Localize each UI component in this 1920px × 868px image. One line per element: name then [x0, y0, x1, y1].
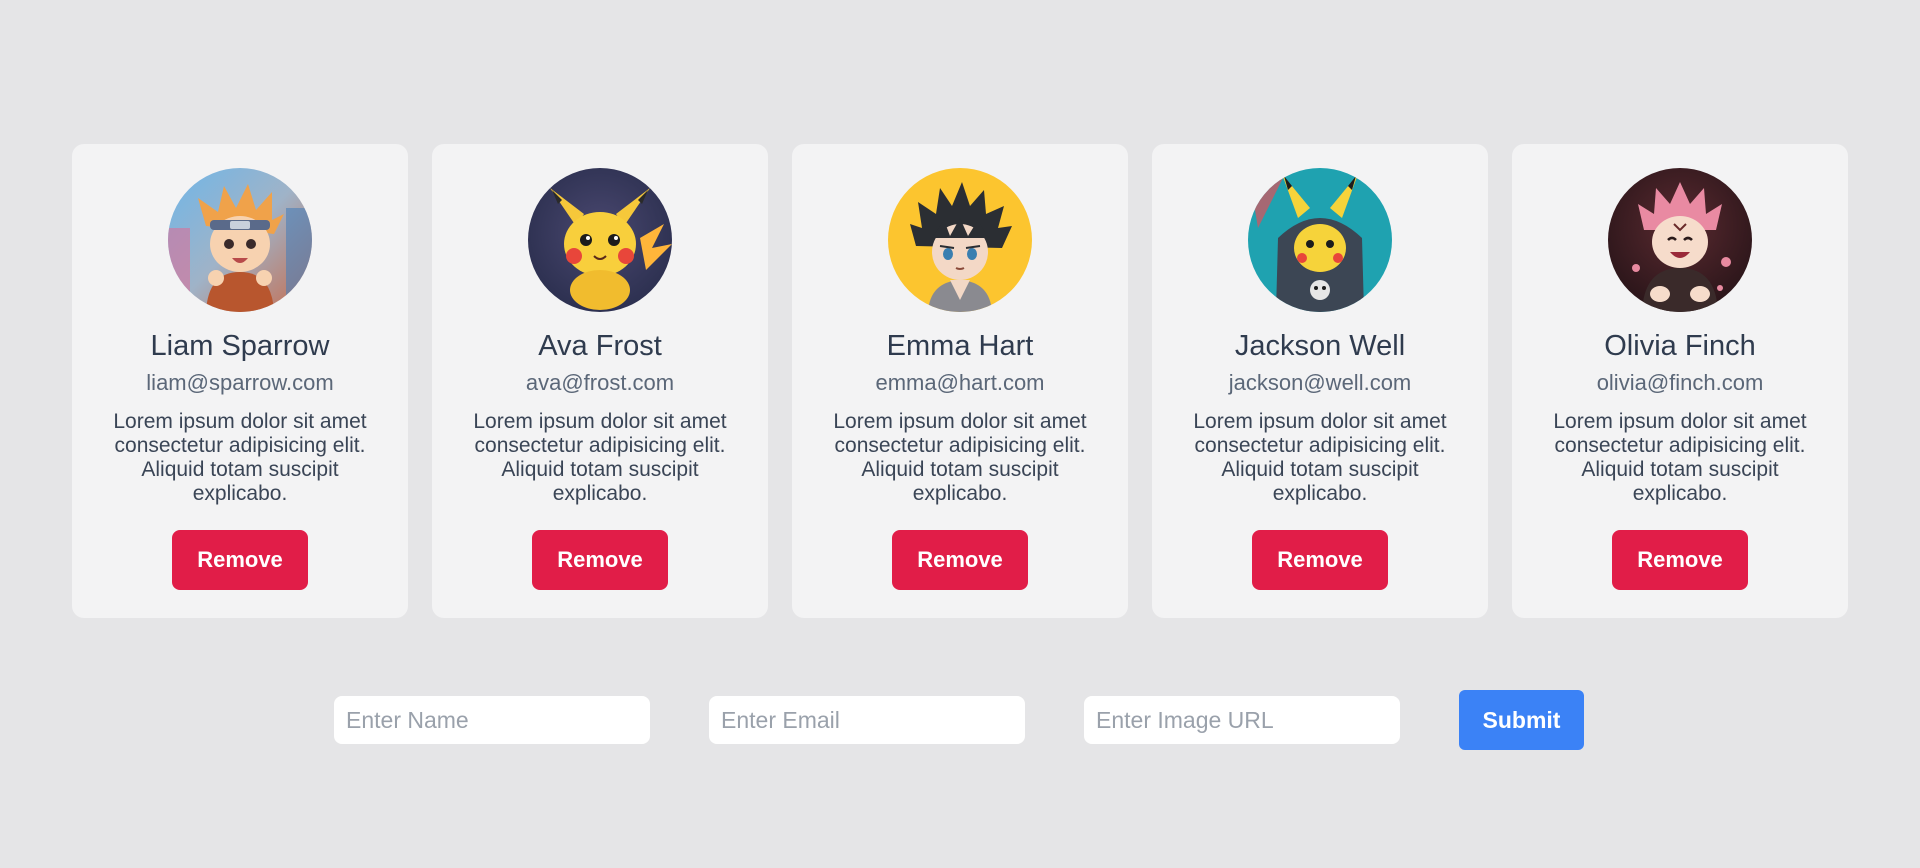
remove-button[interactable]: Remove [1612, 530, 1748, 590]
remove-button[interactable]: Remove [532, 530, 668, 590]
avatar [888, 168, 1032, 312]
add-user-form: Submit [334, 690, 1584, 750]
user-email: jackson@well.com [1228, 370, 1412, 395]
spiky-hair-boy-avatar-icon [888, 168, 1032, 312]
user-description: Lorem ipsum dolor sit amet consectetur a… [833, 410, 1087, 505]
user-name: Liam Sparrow [150, 330, 330, 362]
submit-button[interactable]: Submit [1459, 690, 1584, 750]
user-card-list: Liam Sparrow liam@sparrow.com Lorem ipsu… [72, 144, 1848, 618]
user-description: Lorem ipsum dolor sit amet consectetur a… [1553, 410, 1807, 505]
user-email: olivia@finch.com [1596, 370, 1764, 395]
user-card: Jackson Well jackson@well.com Lorem ipsu… [1152, 144, 1488, 618]
avatar [168, 168, 312, 312]
remove-button[interactable]: Remove [892, 530, 1028, 590]
user-name: Jackson Well [1234, 330, 1406, 362]
pink-hair-chibi-avatar-icon [1608, 168, 1752, 312]
user-name: Emma Hart [886, 330, 1034, 362]
avatar [1608, 168, 1752, 312]
avatar [1248, 168, 1392, 312]
name-input[interactable] [334, 696, 650, 744]
remove-button[interactable]: Remove [172, 530, 308, 590]
user-email: emma@hart.com [875, 370, 1045, 395]
electric-mouse-avatar-icon [528, 168, 672, 312]
hooded-electric-mouse-avatar-icon [1248, 168, 1392, 312]
user-card: Ava Frost ava@frost.com Lorem ipsum dolo… [432, 144, 768, 618]
remove-button[interactable]: Remove [1252, 530, 1388, 590]
user-description: Lorem ipsum dolor sit amet consectetur a… [1193, 410, 1447, 505]
user-card: Olivia Finch olivia@finch.com Lorem ipsu… [1512, 144, 1848, 618]
user-name: Ava Frost [538, 330, 662, 362]
avatar [528, 168, 672, 312]
user-email: ava@frost.com [525, 370, 675, 395]
user-description: Lorem ipsum dolor sit amet consectetur a… [473, 410, 727, 505]
user-email: liam@sparrow.com [146, 370, 334, 395]
user-name: Olivia Finch [1604, 330, 1756, 362]
user-card: Emma Hart emma@hart.com Lorem ipsum dolo… [792, 144, 1128, 618]
image-url-input[interactable] [1084, 696, 1400, 744]
user-card: Liam Sparrow liam@sparrow.com Lorem ipsu… [72, 144, 408, 618]
email-input[interactable] [709, 696, 1025, 744]
user-description: Lorem ipsum dolor sit amet consectetur a… [113, 410, 367, 505]
chibi-ninja-avatar-icon [168, 168, 312, 312]
